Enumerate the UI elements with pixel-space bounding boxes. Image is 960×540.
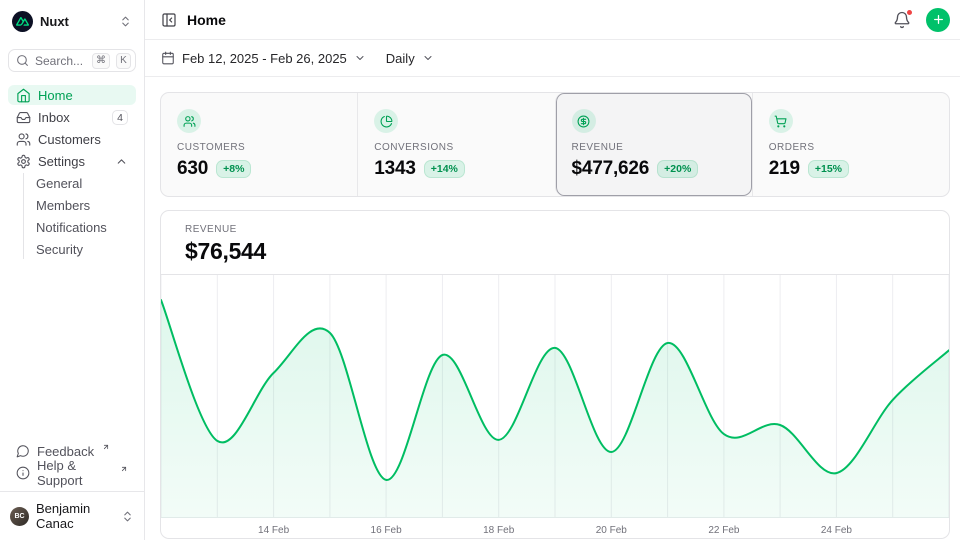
chevron-down-icon [422,52,434,64]
sidebar: Nuxt Search... ⌘ K Home [0,0,145,540]
stat-delta-badge: +15% [808,160,849,178]
stat-label: CUSTOMERS [177,142,341,153]
sidebar-item-label: Inbox [38,110,70,125]
footer-link-label: Feedback [37,444,94,459]
pie-chart-icon [374,109,398,133]
filters-toolbar: Feb 12, 2025 - Feb 26, 2025 Daily [145,40,960,77]
stat-delta-badge: +14% [424,160,465,178]
page-title: Home [187,12,226,28]
chevron-up-icon [115,155,128,168]
settings-submenu: General Members Notifications Security [23,173,136,259]
notification-dot [906,9,913,16]
chevron-down-icon [354,52,366,64]
users-icon [16,132,31,147]
sidebar-footer: Feedback Help & Support [8,441,136,491]
sidebar-item-inbox[interactable]: Inbox 4 [8,107,136,127]
sidebar-item-customers[interactable]: Customers [8,129,136,149]
sidebar-nav: Home Inbox 4 Customers Settings [8,85,136,261]
workspace-switcher[interactable]: Nuxt [8,10,136,32]
add-button[interactable] [926,8,950,32]
stat-card-conversions[interactable]: CONVERSIONS 1343 +14% [357,93,554,196]
users-icon [177,109,201,133]
info-circle-icon [16,466,30,480]
sub-item-label: General [36,176,82,191]
svg-text:22 Feb: 22 Feb [708,525,740,536]
dashboard-app: Nuxt Search... ⌘ K Home [0,0,960,540]
svg-text:16 Feb: 16 Feb [371,525,403,536]
stat-card-orders[interactable]: ORDERS 219 +15% [752,93,949,196]
revenue-chart-card: REVENUE $76,544 14 Feb 16 Feb 18 Feb 20 Feb… [160,210,950,539]
stat-delta-badge: +20% [657,160,698,178]
avatar: BC [10,507,29,526]
granularity-select[interactable]: Daily [386,51,434,66]
k-kbd: K [116,53,131,69]
command-kbd: ⌘ [92,53,110,69]
workspace-name: Nuxt [40,14,112,29]
stat-value: $477,626 [572,157,650,181]
nuxt-logo-icon [12,11,33,32]
sidebar-item-label: Settings [38,154,85,169]
header-actions [893,8,950,32]
svg-text:18 Feb: 18 Feb [483,525,515,536]
page-content: CUSTOMERS 630 +8% CONVERSIONS 1343 +14% [145,77,960,539]
notifications-button[interactable] [893,11,911,29]
cart-icon [769,109,793,133]
stat-value: 1343 [374,157,415,181]
sidebar-item-members[interactable]: Members [36,195,136,215]
gear-icon [16,154,31,169]
stat-value: 630 [177,157,208,181]
search-icon [16,54,29,67]
granularity-value: Daily [386,51,415,66]
svg-text:20 Feb: 20 Feb [596,525,628,536]
svg-text:24 Feb: 24 Feb [821,525,853,536]
main-area: Home Feb 12, 2025 - Feb 26, 2025 [145,0,960,540]
user-menu[interactable]: BC Benjamin Canac [0,491,144,540]
calendar-icon [161,51,175,65]
sidebar-item-general[interactable]: General [36,173,136,193]
stat-label: REVENUE [572,142,736,153]
svg-text:14 Feb: 14 Feb [258,525,290,536]
sidebar-item-label: Customers [38,132,101,147]
sidebar-item-settings[interactable]: Settings [8,151,136,171]
stats-cards: CUSTOMERS 630 +8% CONVERSIONS 1343 +14% [160,92,950,197]
revenue-area-chart[interactable]: 14 Feb 16 Feb 18 Feb 20 Feb 22 Feb 24 Feb [161,274,949,538]
chevrons-up-down-icon [119,15,132,28]
stat-card-revenue[interactable]: REVENUE $477,626 +20% [555,93,752,196]
inbox-icon [16,110,31,125]
collapse-sidebar-icon[interactable] [161,12,177,28]
inbox-count-badge: 4 [112,110,128,125]
plus-icon [932,13,945,26]
dollar-circle-icon [572,109,596,133]
date-range-picker[interactable]: Feb 12, 2025 - Feb 26, 2025 [161,51,366,66]
help-support-link[interactable]: Help & Support [8,463,136,483]
search-placeholder: Search... [35,54,86,68]
external-link-icon [102,443,110,451]
sub-item-label: Security [36,242,83,257]
sub-item-label: Notifications [36,220,107,235]
chevrons-up-down-icon [121,510,134,523]
sidebar-item-home[interactable]: Home [8,85,136,105]
sidebar-item-security[interactable]: Security [36,239,136,259]
date-range-value: Feb 12, 2025 - Feb 26, 2025 [182,51,347,66]
chart-title: REVENUE [185,224,925,235]
message-circle-icon [16,444,30,458]
page-header: Home [145,0,960,40]
stat-card-customers[interactable]: CUSTOMERS 630 +8% [161,93,357,196]
stat-label: CONVERSIONS [374,142,538,153]
sidebar-item-label: Home [38,88,73,103]
stat-delta-badge: +8% [216,160,251,178]
user-name: Benjamin Canac [36,501,114,531]
chart-current-value: $76,544 [185,238,925,265]
sub-item-label: Members [36,198,90,213]
footer-link-label: Help & Support [37,458,112,488]
search-input[interactable]: Search... ⌘ K [8,49,136,72]
stat-value: 219 [769,157,800,181]
home-icon [16,88,31,103]
sidebar-item-notifications[interactable]: Notifications [36,217,136,237]
stat-label: ORDERS [769,142,933,153]
external-link-icon [120,465,128,473]
